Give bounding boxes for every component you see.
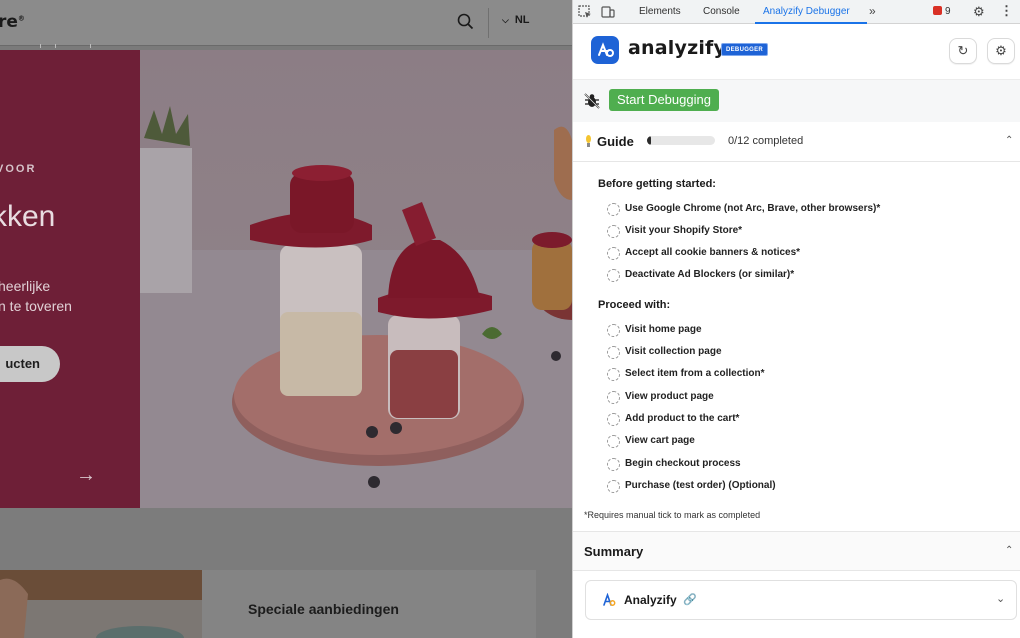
lightbulb-icon bbox=[586, 135, 591, 147]
checkbox-circle[interactable] bbox=[607, 346, 620, 359]
checkbox-circle[interactable] bbox=[607, 435, 620, 448]
gear-icon[interactable]: ⚙ bbox=[973, 4, 985, 20]
checkbox-circle[interactable] bbox=[607, 324, 620, 337]
language-selector[interactable]: ⌵ NL bbox=[502, 14, 530, 26]
inspect-element-icon[interactable] bbox=[578, 5, 592, 19]
tab-analyzify-debugger[interactable]: Analyzify Debugger bbox=[763, 6, 850, 17]
kebab-menu-icon[interactable]: ⋮ bbox=[1000, 3, 1013, 19]
checkbox-circle[interactable] bbox=[607, 413, 620, 426]
guide-progress-bar bbox=[647, 136, 715, 145]
tab-console[interactable]: Console bbox=[703, 6, 740, 17]
device-toolbar-icon[interactable] bbox=[601, 5, 615, 19]
analyzify-mini-logo-icon bbox=[603, 593, 616, 606]
chevron-down-icon[interactable]: ⌄ bbox=[996, 592, 1005, 605]
analyzify-header: analyzify DEBUGGER ↻ ⚙ bbox=[573, 24, 1020, 80]
proceed-with-title: Proceed with: bbox=[598, 299, 671, 311]
refresh-button[interactable]: ↻ bbox=[949, 38, 977, 64]
kitchen-image bbox=[0, 570, 202, 638]
chevron-down-icon: ⌵ bbox=[502, 15, 509, 25]
search-icon[interactable] bbox=[456, 12, 476, 32]
analyzify-brand-name: analyzify bbox=[628, 37, 727, 59]
summary-card-title: Analyzify bbox=[624, 593, 677, 607]
arrow-right-icon[interactable]: → bbox=[76, 464, 96, 487]
error-icon bbox=[933, 6, 942, 15]
settings-button[interactable]: ⚙ bbox=[987, 38, 1015, 64]
tab-elements[interactable]: Elements bbox=[639, 6, 681, 17]
hero-subtitle: heerlijke n te toveren bbox=[0, 278, 72, 314]
summary-title: Summary bbox=[584, 544, 644, 559]
slider-tick bbox=[90, 44, 91, 48]
checkbox-circle[interactable] bbox=[607, 225, 620, 238]
checkbox-circle[interactable] bbox=[607, 368, 620, 381]
before-started-title: Before getting started: bbox=[598, 178, 716, 190]
site-header: re® ⌵ NL bbox=[0, 0, 572, 46]
manual-tick-footnote: *Requires manual tick to mark as complet… bbox=[584, 510, 761, 520]
checkbox-circle[interactable] bbox=[607, 480, 620, 493]
guide-progress-text: 0/12 completed bbox=[728, 135, 804, 147]
website-viewport: re® ⌵NL VOOR kken heerlijke n te toveren… bbox=[0, 0, 572, 638]
summary-analyzify-card[interactable]: Analyzify 🔗 ⌄ bbox=[585, 580, 1017, 620]
gear-icon: ⚙ bbox=[995, 43, 1007, 58]
checkbox-circle[interactable] bbox=[607, 269, 620, 282]
hero-title: kken bbox=[0, 200, 56, 233]
summary-header[interactable]: Summary ⌃ bbox=[573, 531, 1020, 571]
hero-products-button[interactable]: ucten bbox=[0, 346, 60, 382]
chevron-up-icon[interactable]: ⌃ bbox=[1005, 135, 1013, 146]
checkbox-circle[interactable] bbox=[607, 203, 620, 216]
hero-eyebrow: VOOR bbox=[0, 163, 37, 175]
refresh-icon: ↻ bbox=[957, 43, 969, 58]
bug-off-icon bbox=[584, 93, 600, 109]
checkbox-circle[interactable] bbox=[607, 247, 620, 260]
site-logo[interactable]: re® bbox=[0, 12, 25, 32]
guide-title: Guide bbox=[597, 134, 634, 149]
slider-tick bbox=[55, 44, 56, 48]
start-debugging-button[interactable]: Start Debugging bbox=[609, 89, 719, 111]
hero-image bbox=[140, 50, 572, 508]
checkbox-circle[interactable] bbox=[607, 391, 620, 404]
devtools-panel: Elements Console Analyzify Debugger » 9 … bbox=[572, 0, 1020, 638]
more-tabs-icon[interactable]: » bbox=[869, 4, 876, 18]
guide-progress-fill bbox=[647, 136, 652, 145]
product-photo bbox=[140, 106, 572, 508]
header-divider bbox=[488, 8, 489, 38]
guide-header[interactable]: Guide 0/12 completed ⌃ bbox=[573, 122, 1020, 162]
start-debugging-row: Start Debugging bbox=[573, 80, 1020, 122]
checkbox-circle[interactable] bbox=[607, 458, 620, 471]
slider-tick bbox=[40, 44, 41, 48]
debugger-badge: DEBUGGER bbox=[721, 43, 769, 56]
issues-badge[interactable]: 9 bbox=[933, 6, 951, 17]
chevron-up-icon[interactable]: ⌃ bbox=[1005, 545, 1013, 556]
devtools-tabbar: Elements Console Analyzify Debugger » 9 … bbox=[573, 0, 1020, 24]
special-offers-title[interactable]: Speciale aanbiedingen bbox=[248, 601, 399, 617]
analyzify-logo-icon bbox=[591, 36, 619, 64]
link-icon[interactable]: 🔗 bbox=[683, 593, 697, 606]
